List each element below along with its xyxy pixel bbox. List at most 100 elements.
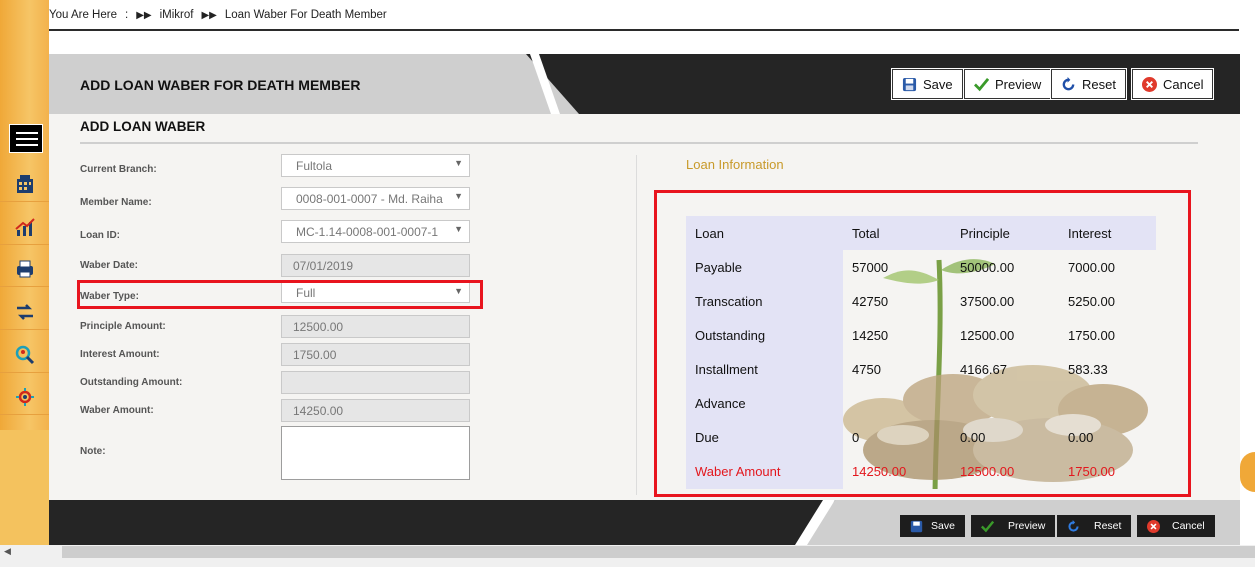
loan-table-cell-principle: 37500.00 [960,294,1015,309]
loan-table-cell-loan: Waber Amount [695,464,781,479]
loan-table-cell-loan: Outstanding [695,328,766,343]
hamburger-menu-button[interactable] [9,124,43,153]
breadcrumb-item-current: Loan Waber For Death Member [224,9,387,21]
loan-table-header-total: Total [852,226,880,241]
member-name-label: Member Name: [80,197,152,208]
building-icon[interactable] [0,166,49,202]
footer-cancel-label: Cancel [1172,520,1205,532]
loan-table-cell-loan: Payable [695,260,742,275]
double-chevron-icon: ▶▶ [136,9,152,21]
scrollbar-thumb[interactable] [62,546,1255,558]
footer-cancel-button[interactable]: Cancel [1137,515,1215,537]
breadcrumb-item-home[interactable]: iMikrof [160,9,194,21]
floppy-icon [902,77,917,91]
search-people-icon[interactable] [0,337,49,373]
loan-table-cell-total: 0 [852,430,860,445]
note-textarea[interactable] [281,426,470,480]
save-button[interactable]: Save [891,68,964,100]
loan-table-cell-interest: 583.33 [1068,362,1108,377]
breadcrumb-divider [49,29,1239,31]
loan-table-cell-total: 42750 [852,294,889,309]
loan-table-cell-principle: 0.00 [960,430,986,445]
loan-table-header-loan: Loan [695,226,724,241]
preview-button[interactable]: Preview [962,68,1053,100]
interest-amount-field[interactable]: 1750.00 [281,343,470,366]
footer-preview-label: Preview [1008,520,1046,532]
page-title: ADD LOAN WABER FOR DEATH MEMBER [80,77,361,93]
footer-reset-label: Reset [1094,520,1122,532]
scroll-left-arrow-icon[interactable]: ◀ [4,546,11,557]
loan-table-cell-interest: 5250.00 [1068,294,1115,309]
loan-table-cell-loan: Advance [695,396,746,411]
loan-id-value: MC-1.14-0008-001-0007-1 [296,225,439,239]
current-branch-label: Current Branch: [80,164,157,175]
transfer-icon[interactable] [0,294,49,330]
floppy-icon [910,520,923,532]
double-chevron-icon: ▶▶ [201,9,217,21]
section-title: ADD LOAN WABER [80,119,206,134]
reset-button[interactable]: Reset [1050,68,1127,100]
reset-button-label: Reset [1082,76,1116,92]
waber-date-field[interactable]: 07/01/2019 [281,254,470,277]
footer-reset-button[interactable]: Reset [1057,515,1132,537]
footer-preview-button[interactable]: Preview [971,515,1056,537]
refresh-icon [1068,519,1079,532]
loan-table-cell-principle: 12500.00 [960,328,1015,343]
save-button-label: Save [923,76,953,92]
highlight-box-waber-type [77,280,483,309]
loan-id-select[interactable]: MC-1.14-0008-001-0007-1 ▼ [281,220,470,243]
principle-amount-label: Principle Amount: [80,321,166,332]
waber-amount-field[interactable]: 14250.00 [281,399,470,422]
loan-table-header-principle: Principle [960,226,1010,241]
outstanding-amount-label: Outstanding Amount: [80,377,183,388]
loan-table-cell-principle: 4166.67 [960,362,1007,377]
breadcrumb-colon: : [124,9,129,21]
current-branch-select[interactable]: Fultola ▼ [281,154,470,177]
refresh-icon [1062,76,1075,90]
member-name-select[interactable]: 0008-001-0007 - Md. Raiha ▼ [281,187,470,210]
gear-network-icon[interactable] [0,379,49,415]
loan-table-cell-principle: 50000.00 [960,260,1015,275]
printer-icon[interactable] [0,251,49,287]
section-divider [80,142,1198,144]
loan-table-cell-interest: 7000.00 [1068,260,1115,275]
loan-table-cell-total: 14250 [852,328,889,343]
chevron-down-icon: ▼ [454,191,463,201]
breadcrumb: You Are Here : ▶▶ iMikrof ▶▶ Loan Waber … [49,0,1255,30]
loan-information-table: Loan Total Principle Interest Payable 57000 50… [686,216,1156,489]
breadcrumb-prefix: You Are Here [49,9,117,21]
preview-button-label: Preview [995,76,1042,92]
loan-table-cell-total: 14250.00 [852,464,907,479]
waber-amount-label: Waber Amount: [80,405,154,416]
cancel-button-label: Cancel [1163,76,1204,92]
interest-amount-label: Interest Amount: [80,349,160,360]
loan-table-cell-loan: Transcation [695,294,763,309]
chevron-down-icon: ▼ [454,224,463,234]
loan-information-title: Loan Information [686,157,784,172]
loan-table-cell-principle: 12500.00 [960,464,1015,479]
member-name-value: 0008-001-0007 - Md. Raiha [296,192,443,206]
loan-table-header-interest: Interest [1068,226,1112,241]
loan-id-label: Loan ID: [80,230,120,241]
checkmark-icon [974,77,989,91]
outstanding-amount-field[interactable] [281,371,470,394]
loan-table-cell-loan: Installment [695,362,758,377]
waber-date-label: Waber Date: [80,260,138,271]
loan-table-cell-interest: 0.00 [1068,430,1094,445]
note-label: Note: [80,446,106,457]
current-branch-value: Fultola [296,159,333,173]
loan-table-cell-interest: 1750.00 [1068,328,1115,343]
footer-save-button[interactable]: Save [900,515,965,537]
checkmark-icon [981,520,994,532]
cancel-button[interactable]: Cancel [1130,68,1215,100]
loan-table-cell-loan: Due [695,430,719,445]
loan-table-cell-total: 4750 [852,362,881,377]
column-divider [636,155,637,495]
close-icon [1147,519,1160,533]
principle-amount-field[interactable]: 12500.00 [281,315,470,338]
chart-growth-icon[interactable] [0,209,49,245]
loan-table-cell-interest: 1750.00 [1068,464,1115,479]
floating-action-button[interactable] [1240,452,1255,492]
footer-save-label: Save [931,520,955,532]
chevron-down-icon: ▼ [454,158,463,168]
